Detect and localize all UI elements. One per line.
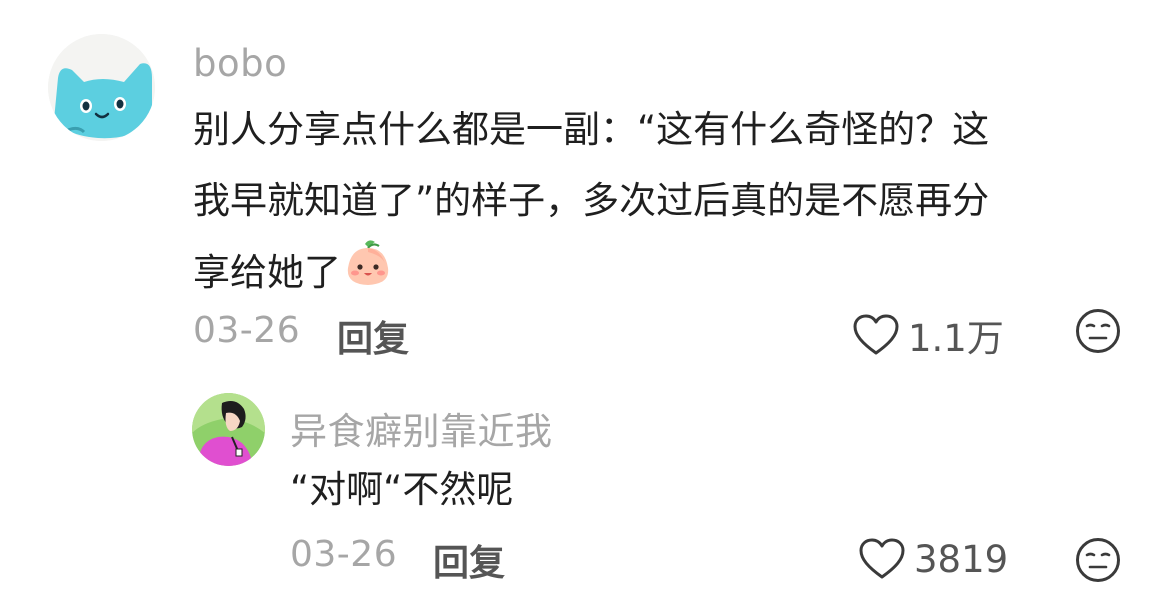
comment-text-line-label: 享给她了 <box>193 251 341 294</box>
comment-username[interactable]: 异食癖别靠近我 <box>290 401 553 455</box>
comment-username[interactable]: bobo <box>193 42 287 85</box>
girl-portrait-avatar-icon <box>192 393 265 466</box>
peach-face-emoji-icon <box>341 236 395 313</box>
heart-outline-icon <box>859 538 905 579</box>
comment-date: 03-26 <box>193 310 301 351</box>
heart-outline-icon <box>853 314 899 355</box>
user-avatar[interactable] <box>48 34 155 141</box>
reply-button[interactable]: 回复 <box>337 310 409 362</box>
reply-button[interactable]: 回复 <box>433 534 505 586</box>
dislike-button[interactable] <box>1075 537 1121 587</box>
comment-text: 别人分享点什么都是一副：“这有什么奇怪的？这 我早就知道了”的样子，多次过后真的… <box>193 94 1123 313</box>
user-avatar[interactable] <box>192 393 265 466</box>
like-count: 1.1万 <box>908 317 1004 360</box>
meh-face-icon <box>1076 309 1120 353</box>
like-button[interactable]: 3819 <box>858 537 1008 581</box>
comment-text: “对啊“不然呢 <box>290 468 514 511</box>
comment-text-line: 享给她了 <box>193 236 1123 313</box>
meh-face-icon <box>1076 538 1120 582</box>
like-count: 3819 <box>914 537 1009 581</box>
blue-cat-avatar-icon <box>48 34 155 141</box>
comment-text-line: 别人分享点什么都是一副：“这有什么奇怪的？这 <box>193 108 990 151</box>
comment-date: 03-26 <box>290 534 398 575</box>
dislike-button[interactable] <box>1075 308 1121 358</box>
comment-text-line: 我早就知道了”的样子，多次过后真的是不愿再分 <box>193 179 990 222</box>
like-button[interactable]: 1.1万 <box>852 308 1004 362</box>
